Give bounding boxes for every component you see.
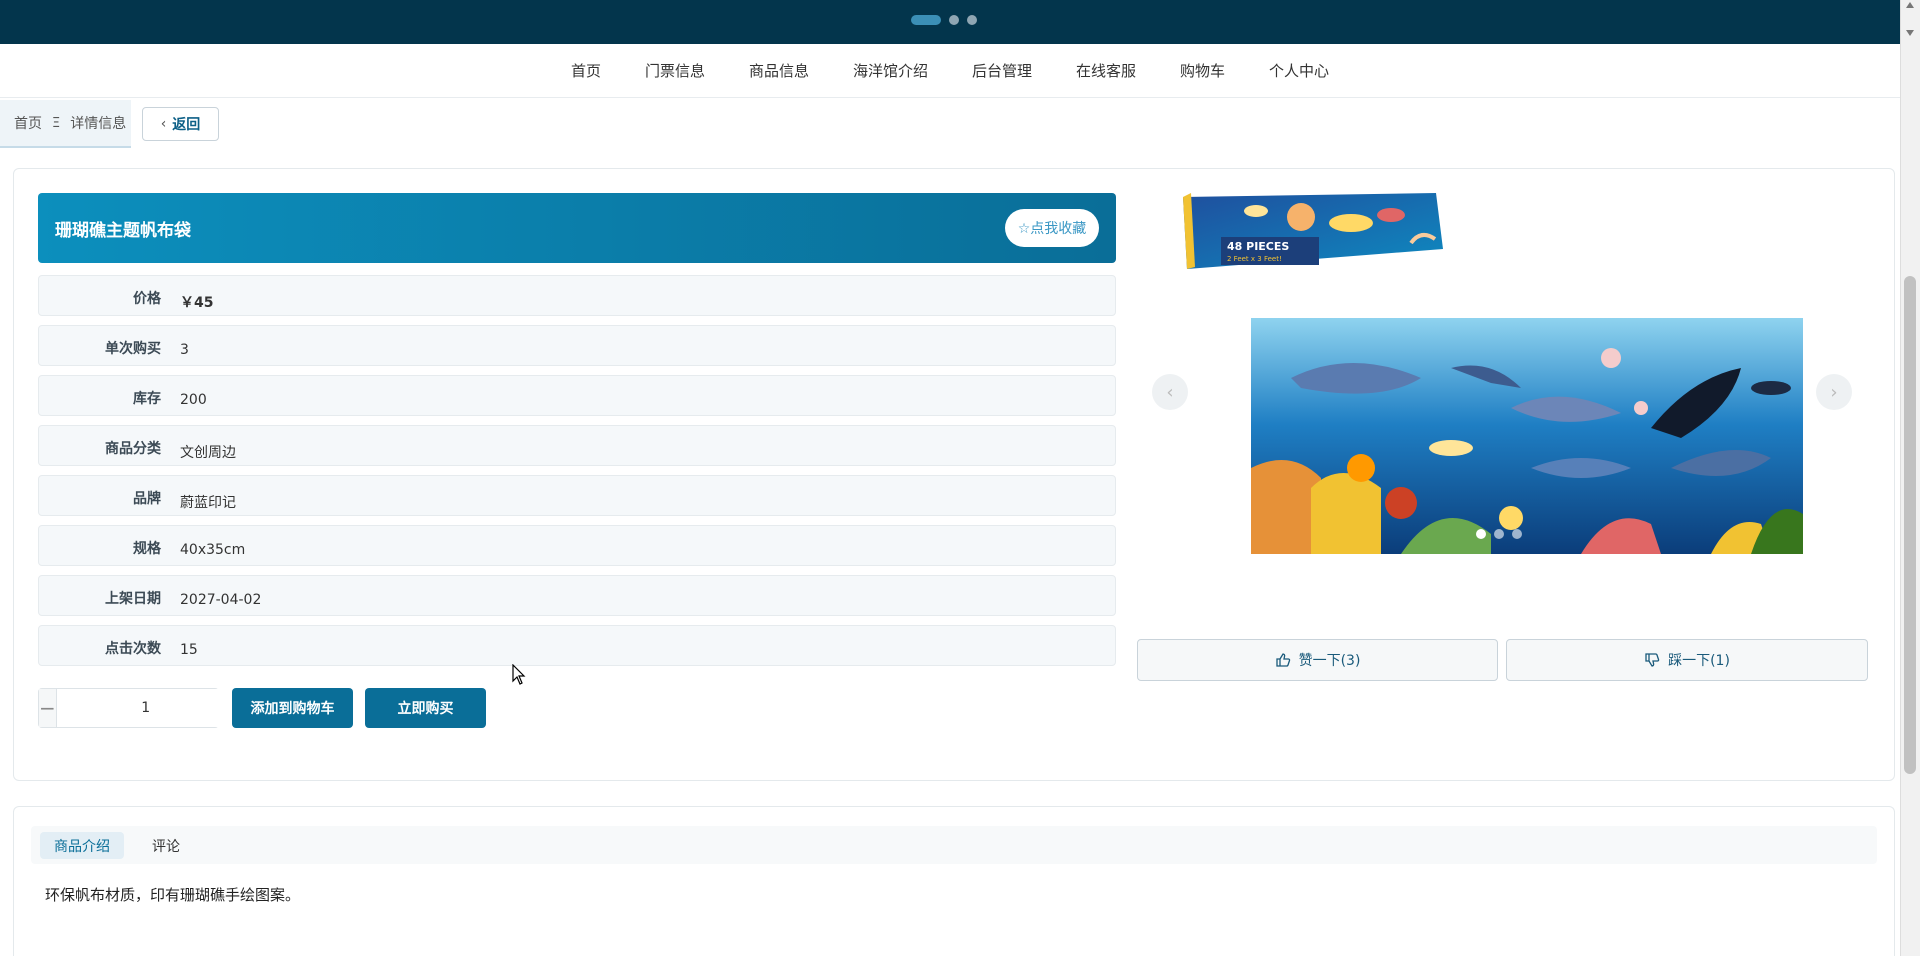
breadcrumb-separator-icon: Ξ <box>52 115 61 131</box>
field-value: 15 <box>180 642 198 658</box>
field-row-purchase-limit: 单次购买 3 <box>38 325 1116 366</box>
field-label: 单次购买 <box>105 341 161 357</box>
thumb-subcaption: 2 Feet x 3 Feet! <box>1227 255 1282 263</box>
minus-icon[interactable]: − <box>39 689 56 727</box>
field-value: 40x35cm <box>180 542 246 558</box>
thumbs-up-icon <box>1275 653 1290 667</box>
field-value: 2027-04-02 <box>180 592 262 608</box>
field-value: 3 <box>180 342 189 358</box>
field-row-listing-date: 上架日期 2027-04-02 <box>38 575 1116 616</box>
breadcrumb-current: 详情信息 <box>70 116 127 132</box>
banner-indicator <box>911 15 977 25</box>
tab-bar: 商品介绍 评论 <box>31 826 1877 864</box>
carousel-dot[interactable] <box>1494 529 1504 539</box>
field-row-spec: 规格 40x35cm <box>38 525 1116 566</box>
add-to-cart-button[interactable]: 添加到购物车 <box>232 688 353 728</box>
field-label: 点击次数 <box>105 641 161 657</box>
chevron-left-icon: ‹ <box>160 116 167 132</box>
quantity-input[interactable] <box>55 689 236 727</box>
nav-item-aquarium-intro[interactable]: 海洋馆介绍 <box>853 60 928 81</box>
page-scrollbar[interactable] <box>1900 0 1920 956</box>
field-value: 文创周边 <box>180 445 236 461</box>
breadcrumb-home[interactable]: 首页 <box>14 113 42 133</box>
scroll-up-arrow-icon[interactable] <box>1906 2 1914 8</box>
field-label: 上架日期 <box>105 591 161 607</box>
like-button[interactable]: 赞一下(3) <box>1137 639 1498 681</box>
breadcrumb: 首页 Ξ 详情信息 <box>0 100 131 148</box>
tab-intro[interactable]: 商品介绍 <box>40 832 124 859</box>
carousel-indicator <box>1476 529 1522 539</box>
field-row-clicks: 点击次数 15 <box>38 625 1116 666</box>
nav-item-products[interactable]: 商品信息 <box>749 60 809 81</box>
product-title: 珊瑚礁主题帆布袋 <box>55 220 191 241</box>
field-row-price: 价格 ￥45 <box>38 275 1116 316</box>
thumbs-down-icon <box>1645 653 1660 667</box>
back-button[interactable]: ‹ 返回 <box>142 107 219 141</box>
field-label: 商品分类 <box>105 441 161 457</box>
nav-item-support[interactable]: 在线客服 <box>1076 60 1136 81</box>
scroll-down-arrow-icon[interactable] <box>1906 30 1914 36</box>
field-value: ￥45 <box>180 295 214 311</box>
carousel-prev-icon[interactable]: ‹ <box>1152 374 1188 410</box>
main-nav: 首页 门票信息 商品信息 海洋馆介绍 后台管理 在线客服 购物车 个人中心 <box>0 44 1900 98</box>
dislike-label: 踩一下(1) <box>1668 653 1730 669</box>
nav-item-tickets[interactable]: 门票信息 <box>645 60 705 81</box>
field-row-brand: 品牌 蔚蓝印记 <box>38 475 1116 516</box>
field-value: 蔚蓝印记 <box>180 495 236 511</box>
carousel-dot[interactable] <box>1512 529 1522 539</box>
like-label: 赞一下(3) <box>1298 653 1361 669</box>
buy-now-button[interactable]: 立即购买 <box>365 688 486 728</box>
field-label: 规格 <box>133 541 161 557</box>
banner-dot[interactable] <box>949 15 959 25</box>
banner-dot[interactable] <box>967 15 977 25</box>
nav-item-profile[interactable]: 个人中心 <box>1269 60 1329 81</box>
back-button-label: 返回 <box>172 117 201 133</box>
tab-comments[interactable]: 评论 <box>138 832 194 859</box>
scrollbar-thumb[interactable] <box>1904 276 1916 774</box>
product-title-bar: 珊瑚礁主题帆布袋 ☆点我收藏 <box>38 193 1116 263</box>
mouse-cursor-icon <box>512 664 526 685</box>
field-label: 品牌 <box>133 491 161 507</box>
top-banner <box>0 0 1900 44</box>
field-value: 200 <box>180 392 207 408</box>
carousel-dot[interactable] <box>1476 529 1486 539</box>
puzzle-box-image: 48 PIECES 2 Feet x 3 Feet! <box>1181 193 1444 273</box>
nav-item-home[interactable]: 首页 <box>571 60 601 81</box>
field-row-category: 商品分类 文创周边 <box>38 425 1116 466</box>
banner-dot[interactable] <box>911 15 941 25</box>
field-label: 库存 <box>133 391 161 407</box>
product-description: 环保帆布材质，印有珊瑚礁手绘图案。 <box>45 886 301 904</box>
thumb-caption: 48 PIECES <box>1227 240 1289 253</box>
dislike-button[interactable]: 踩一下(1) <box>1506 639 1868 681</box>
product-thumbnail[interactable]: 48 PIECES 2 Feet x 3 Feet! <box>1181 193 1444 273</box>
quantity-stepper: − + <box>38 688 253 728</box>
nav-item-cart[interactable]: 购物车 <box>1180 60 1225 81</box>
nav-item-admin[interactable]: 后台管理 <box>972 60 1032 81</box>
ocean-scene-image <box>1251 318 1803 554</box>
field-label: 价格 <box>133 291 161 307</box>
carousel-next-icon[interactable]: › <box>1816 374 1852 410</box>
product-main-image[interactable] <box>1251 318 1803 554</box>
favorite-button[interactable]: ☆点我收藏 <box>1005 209 1099 247</box>
field-row-stock: 库存 200 <box>38 375 1116 416</box>
